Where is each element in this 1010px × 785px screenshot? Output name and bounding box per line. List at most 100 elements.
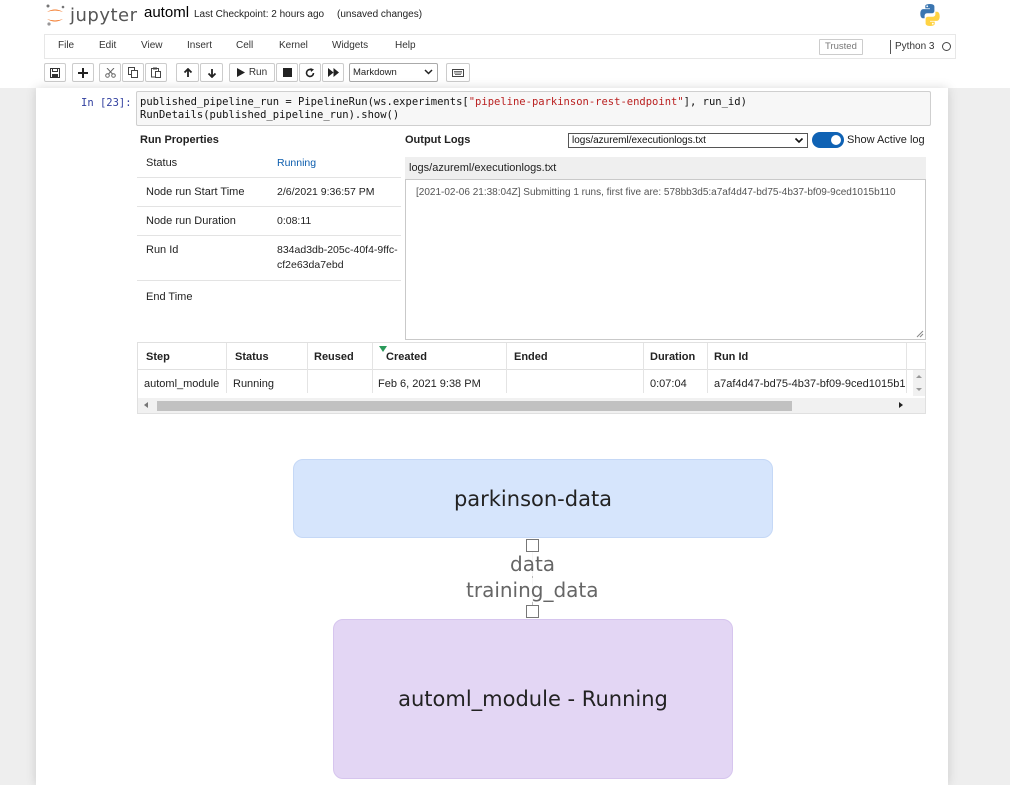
restart-button[interactable] bbox=[299, 63, 321, 82]
col-header-run-id[interactable]: Run Id bbox=[714, 351, 748, 363]
restart-run-all-button[interactable] bbox=[322, 63, 344, 82]
column-divider bbox=[643, 343, 644, 393]
notebook-header: jupyter automl Last Checkpoint: 2 hours … bbox=[0, 0, 1010, 88]
scroll-left-icon[interactable] bbox=[144, 402, 148, 408]
code-text: ], run_id) bbox=[683, 96, 747, 108]
kernel-name: Python 3 bbox=[890, 40, 934, 54]
node-label: automl_module - Running bbox=[398, 687, 668, 711]
column-divider bbox=[226, 343, 227, 393]
prop-key: Node run Start Time bbox=[146, 186, 245, 198]
arrow-down-icon bbox=[207, 68, 216, 78]
col-header-duration[interactable]: Duration bbox=[650, 351, 695, 363]
paste-button[interactable] bbox=[145, 63, 167, 82]
python-logo-icon bbox=[918, 3, 942, 30]
prop-row-duration: Node run Duration 0:08:11 bbox=[137, 207, 401, 236]
menu-kernel[interactable]: Kernel bbox=[279, 40, 308, 51]
menu-help[interactable]: Help bbox=[395, 40, 416, 51]
prop-key: Status bbox=[146, 157, 178, 169]
edge-target-label: training_data bbox=[466, 578, 599, 602]
code-line-1: published_pipeline_run = PipelineRun(ws.… bbox=[140, 96, 747, 108]
menu-view[interactable]: View bbox=[141, 40, 163, 51]
code-cell-input[interactable]: published_pipeline_run = PipelineRun(ws.… bbox=[136, 91, 931, 126]
run-properties-title: Run Properties bbox=[140, 134, 219, 146]
move-down-button[interactable] bbox=[200, 63, 223, 82]
unsaved-indicator: (unsaved changes) bbox=[337, 9, 423, 20]
copy-button[interactable] bbox=[122, 63, 144, 82]
column-divider bbox=[307, 343, 308, 393]
plus-icon bbox=[78, 67, 88, 78]
jupyter-logo-text: jupyter bbox=[70, 4, 138, 26]
cell-type-value: Markdown bbox=[353, 67, 397, 78]
scroll-up-icon bbox=[916, 375, 922, 378]
steps-table: Step Status Reused Created Ended Duratio… bbox=[137, 342, 926, 414]
menu-widgets[interactable]: Widgets bbox=[332, 40, 368, 51]
run-button[interactable]: Run bbox=[229, 63, 275, 82]
cell-prompt: In [23]: bbox=[81, 97, 132, 109]
column-divider bbox=[506, 343, 507, 393]
output-port[interactable] bbox=[526, 539, 539, 552]
code-string: "pipeline-parkinson-rest-endpoint" bbox=[468, 96, 684, 108]
code-text: published_pipeline_run = PipelineRun(ws.… bbox=[140, 96, 469, 108]
vertical-scrollbar[interactable] bbox=[913, 370, 925, 396]
trusted-indicator[interactable]: Trusted bbox=[819, 39, 863, 55]
scissors-icon bbox=[104, 67, 116, 78]
insert-cell-button[interactable] bbox=[72, 63, 94, 82]
cell-step: automl_module bbox=[144, 378, 220, 390]
menu-insert[interactable]: Insert bbox=[187, 40, 212, 51]
chevron-down-icon bbox=[794, 137, 804, 144]
col-header-created[interactable]: Created bbox=[386, 351, 427, 363]
col-header-status[interactable]: Status bbox=[235, 351, 269, 363]
prop-key: Node run Duration bbox=[146, 215, 236, 227]
col-header-step[interactable]: Step bbox=[146, 351, 170, 363]
cell-status: Running bbox=[233, 378, 274, 390]
edge-source-label: data bbox=[510, 552, 556, 576]
notebook-name[interactable]: automl bbox=[144, 4, 189, 21]
fast-forward-icon bbox=[327, 68, 339, 77]
notebook-container: In [23]: published_pipeline_run = Pipeli… bbox=[36, 88, 948, 785]
cell-type-select[interactable]: Markdown bbox=[349, 63, 438, 82]
play-icon bbox=[236, 68, 245, 77]
graph-node-parkinson-data[interactable]: parkinson-data bbox=[293, 459, 773, 538]
scroll-right-icon[interactable] bbox=[899, 402, 903, 408]
cell-created: Feb 6, 2021 9:38 PM bbox=[378, 378, 481, 390]
col-header-ended[interactable]: Ended bbox=[514, 351, 548, 363]
move-up-button[interactable] bbox=[176, 63, 199, 82]
jupyter-logo[interactable]: jupyter bbox=[44, 3, 138, 27]
paste-icon bbox=[151, 67, 161, 78]
checkpoint-status: Last Checkpoint: 2 hours ago bbox=[194, 9, 325, 20]
col-header-reused[interactable]: Reused bbox=[314, 351, 354, 363]
input-port[interactable] bbox=[526, 605, 539, 618]
run-label: Run bbox=[248, 67, 268, 78]
horizontal-scrollbar[interactable] bbox=[138, 398, 925, 413]
code-line-2: RunDetails(published_pipeline_run).show(… bbox=[140, 109, 400, 121]
log-output-textarea[interactable]: [2021-02-06 21:38:04Z] Submitting 1 runs… bbox=[405, 179, 926, 340]
graph-node-automl-module[interactable]: automl_module - Running bbox=[333, 619, 733, 779]
prop-row-start-time: Node run Start Time 2/6/2021 9:36:57 PM bbox=[137, 178, 401, 207]
show-active-log-toggle[interactable] bbox=[812, 132, 844, 148]
save-button[interactable] bbox=[44, 63, 66, 82]
prop-row-status: Status Running bbox=[137, 149, 401, 178]
jupyter-logo-icon bbox=[46, 4, 65, 26]
arrow-up-icon bbox=[183, 67, 192, 77]
log-file-select[interactable]: logs/azureml/executionlogs.txt bbox=[568, 133, 808, 148]
kernel-idle-icon bbox=[942, 42, 951, 51]
menu-edit[interactable]: Edit bbox=[99, 40, 116, 51]
log-file-value: logs/azureml/executionlogs.txt bbox=[572, 135, 706, 146]
copy-icon bbox=[128, 67, 138, 78]
resize-grip-icon[interactable] bbox=[916, 330, 924, 338]
scroll-down-icon bbox=[916, 388, 922, 391]
prop-value: 834ad3db-205c-40f4-9ffc-cf2e63da7ebd bbox=[277, 244, 398, 271]
chevron-down-icon bbox=[424, 69, 433, 75]
prop-value: 2/6/2021 9:36:57 PM bbox=[277, 186, 375, 198]
column-divider bbox=[707, 343, 708, 393]
menu-file[interactable]: File bbox=[58, 40, 74, 51]
steps-table-header: Step Status Reused Created Ended Duratio… bbox=[138, 343, 925, 370]
menu-cell[interactable]: Cell bbox=[236, 40, 253, 51]
restart-icon bbox=[305, 67, 315, 77]
column-divider bbox=[372, 343, 373, 393]
scrollbar-thumb[interactable] bbox=[157, 401, 792, 411]
interrupt-button[interactable] bbox=[276, 63, 298, 82]
command-palette-button[interactable] bbox=[446, 63, 470, 82]
stop-icon bbox=[282, 68, 292, 77]
cut-button[interactable] bbox=[99, 63, 121, 82]
